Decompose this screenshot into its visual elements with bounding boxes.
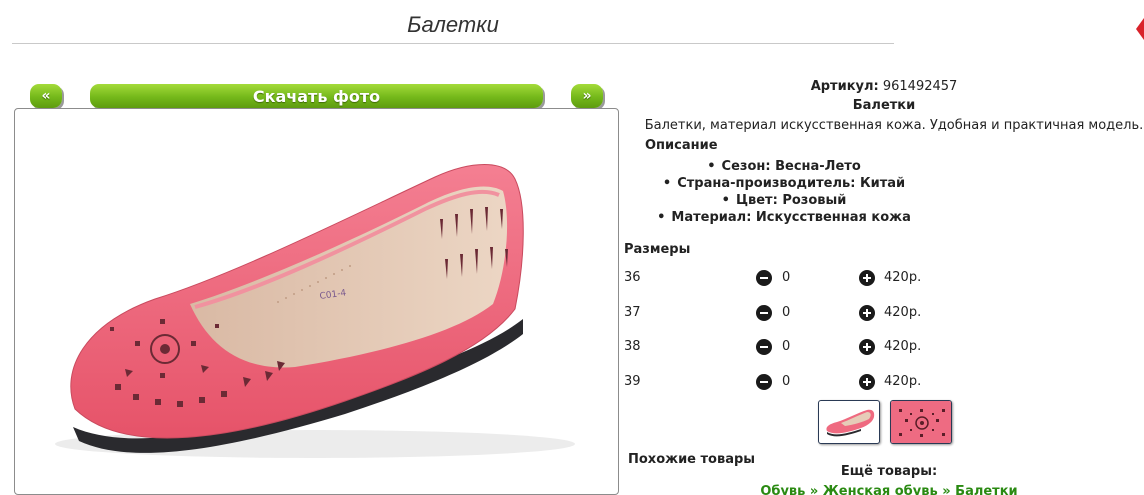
size-row: 39 0 420р. xyxy=(624,372,944,392)
product-photo[interactable]: C01-4 xyxy=(14,108,619,495)
plus-icon[interactable] xyxy=(859,305,875,321)
minus-icon[interactable] xyxy=(756,305,772,321)
sizes-heading: Размеры xyxy=(624,242,691,257)
next-photo-button[interactable]: » xyxy=(571,84,603,108)
corner-mark-icon xyxy=(1136,18,1144,40)
quantity-value: 0 xyxy=(782,270,791,285)
plus-icon[interactable] xyxy=(859,339,875,355)
breadcrumb-separator: » xyxy=(942,484,951,495)
minus-icon[interactable] xyxy=(756,270,772,286)
minus-icon[interactable] xyxy=(756,374,772,390)
ballet-flat-photo: C01-4 xyxy=(55,164,575,458)
similar-products-heading: Похожие товары xyxy=(628,452,756,467)
size-value: 39 xyxy=(624,374,641,389)
breadcrumb-link-women-footwear[interactable]: Женская обувь xyxy=(823,484,938,495)
quantity-value: 0 xyxy=(782,305,791,320)
sku-label: Артикул: xyxy=(810,79,879,94)
price-value: 420р. xyxy=(884,270,922,285)
size-row: 38 0 420р. xyxy=(624,337,944,357)
download-photo-button[interactable]: Скачать фото xyxy=(90,84,543,108)
breadcrumb-link-footwear[interactable]: Обувь xyxy=(760,484,805,495)
attribute-season: Сезон: Весна-Лето xyxy=(624,158,944,175)
plus-icon[interactable] xyxy=(859,270,875,286)
thumbnail-pattern[interactable] xyxy=(890,400,952,444)
minus-icon[interactable] xyxy=(756,339,772,355)
attribute-country: Страна-производитель: Китай xyxy=(624,175,944,192)
page-title: Балетки xyxy=(12,12,894,44)
description-heading: Описание xyxy=(645,138,718,153)
price-value: 420р. xyxy=(884,305,922,320)
product-name: Балетки xyxy=(852,98,916,113)
attribute-list: Сезон: Весна-Лето Страна-производитель: … xyxy=(624,158,944,226)
quantity-value: 0 xyxy=(782,374,791,389)
more-products-heading: Ещё товары: xyxy=(840,464,938,479)
size-value: 38 xyxy=(624,339,641,354)
shoe-thumbnail-icon xyxy=(826,409,875,437)
sku-line: Артикул: 961492457 xyxy=(764,79,1004,94)
breadcrumb-link-ballet-flats[interactable]: Балетки xyxy=(955,484,1018,495)
plus-icon[interactable] xyxy=(859,374,875,390)
breadcrumb-separator: » xyxy=(809,484,819,495)
attribute-material: Материал: Искусственная кожа xyxy=(624,209,944,226)
thumbnail-shoe[interactable] xyxy=(818,400,880,444)
sku-value: 961492457 xyxy=(882,79,958,94)
size-row: 37 0 420р. xyxy=(624,303,944,323)
price-value: 420р. xyxy=(884,339,922,354)
breadcrumb: Обувь » Женская обувь » Балетки xyxy=(754,484,1024,495)
size-value: 37 xyxy=(624,305,641,320)
price-value: 420р. xyxy=(884,374,922,389)
prev-photo-button[interactable]: « xyxy=(30,84,62,108)
size-value: 36 xyxy=(624,270,641,285)
attribute-color: Цвет: Розовый xyxy=(624,192,944,209)
product-short-description: Балетки, материал искусственная кожа. Уд… xyxy=(644,118,1144,133)
quantity-value: 0 xyxy=(782,339,791,354)
pattern-thumbnail-icon xyxy=(891,401,951,443)
size-row: 36 0 420р. xyxy=(624,268,944,288)
